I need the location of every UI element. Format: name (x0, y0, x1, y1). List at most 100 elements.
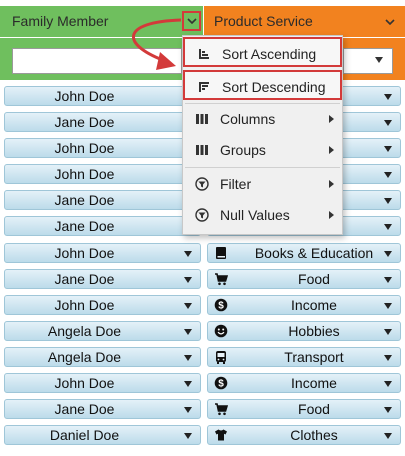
product-service-value: Hobbies (288, 322, 340, 339)
family-member-select[interactable]: Jane Doe (4, 216, 201, 237)
caret-down-icon (184, 407, 192, 414)
menu-item-label: Groups (220, 142, 266, 158)
column-title-family-member: Family Member (12, 13, 109, 29)
caret-down-icon (384, 433, 392, 440)
product-service-value: Food (298, 401, 330, 418)
product-service-select[interactable]: Food (207, 399, 401, 420)
product-service-select[interactable]: $ Income (207, 373, 401, 394)
caret-right-icon (329, 180, 334, 188)
product-service-select[interactable]: Clothes (207, 425, 401, 446)
sort-ascending-icon (199, 49, 209, 59)
menu-item-label: Null Values (220, 207, 290, 223)
family-member-select[interactable]: Daniel Doe (4, 425, 201, 446)
column-title-product-service: Product Service (214, 13, 313, 29)
caret-down-icon (384, 250, 392, 257)
caret-down-icon (184, 381, 192, 388)
caret-right-icon (329, 211, 334, 219)
family-member-select[interactable]: Angela Doe (4, 320, 201, 341)
menu-item-columns[interactable]: Columns (183, 104, 342, 134)
column-header-family-member[interactable]: Family Member (0, 6, 203, 37)
product-service-select[interactable]: Food (207, 268, 401, 289)
product-service-select[interactable]: $ Income (207, 294, 401, 315)
menu-item-sort-descending[interactable]: Sort Descending (183, 70, 342, 100)
product-service-value: Clothes (290, 427, 338, 444)
family-member-select[interactable]: John Doe (4, 86, 201, 106)
product-service-select[interactable]: Transport (207, 346, 401, 367)
chevron-down-icon (187, 18, 197, 25)
menu-item-label: Filter (220, 176, 252, 192)
table-row: Daniel Doe Clothes (0, 422, 405, 448)
table-row: John Doe $ Income (0, 370, 405, 396)
table-row: Angela Doe Transport (0, 344, 405, 370)
family-member-value: Jane Doe (54, 270, 115, 287)
caret-right-icon (329, 115, 334, 123)
family-member-value: John Doe (54, 140, 115, 157)
caret-down-icon (384, 94, 392, 100)
sort-descending-icon (199, 82, 209, 92)
column-header-product-service[interactable]: Product Service (204, 6, 405, 37)
family-member-value: Jane Doe (54, 218, 115, 235)
menu-item-null-values[interactable]: Null Values (183, 200, 342, 230)
caret-down-icon (384, 224, 392, 231)
caret-down-icon (184, 250, 192, 257)
filter-icon (195, 208, 209, 222)
family-member-value: Angela Doe (47, 322, 122, 339)
family-member-select[interactable]: Jane Doe (4, 190, 201, 211)
family-member-select[interactable]: Jane Doe (4, 112, 201, 133)
product-service-value: Transport (284, 348, 344, 365)
family-member-select[interactable]: John Doe (4, 294, 201, 315)
family-member-value: John Doe (54, 166, 115, 183)
groups-icon (196, 145, 208, 155)
family-member-select[interactable]: John Doe (4, 164, 201, 185)
family-member-select[interactable]: Angela Doe (4, 346, 201, 367)
columns-icon (196, 114, 208, 124)
table-row: Jane Doe Food (0, 396, 405, 422)
product-service-value: Books & Education (254, 244, 374, 261)
family-member-select[interactable]: John Doe (4, 373, 201, 394)
family-member-value: John Doe (54, 244, 115, 261)
column-menu-button-family-member[interactable] (182, 11, 201, 31)
caret-down-icon (384, 198, 392, 205)
caret-down-icon (184, 433, 192, 440)
column-context-menu: Sort Ascending Sort Descending Columns G… (182, 35, 343, 235)
menu-item-filter[interactable]: Filter (183, 169, 342, 199)
family-member-select[interactable]: Jane Doe (4, 268, 201, 289)
caret-down-icon (384, 407, 392, 414)
caret-down-icon (384, 276, 392, 283)
family-member-select[interactable]: Jane Doe (4, 399, 201, 420)
caret-down-icon (384, 328, 392, 335)
caret-down-icon (384, 381, 392, 388)
family-member-filter-input[interactable] (12, 48, 182, 74)
menu-item-sort-ascending[interactable]: Sort Ascending (183, 37, 342, 67)
family-member-value: John Doe (54, 296, 115, 313)
family-member-value: Angela Doe (47, 348, 122, 365)
caret-down-icon (184, 302, 192, 309)
family-member-value: John Doe (54, 88, 115, 104)
menu-divider (185, 167, 340, 168)
chevron-down-icon[interactable] (383, 15, 397, 29)
caret-right-icon (329, 146, 334, 154)
table-row: John Doe Books & Education (0, 240, 405, 266)
caret-down-icon (384, 172, 392, 179)
product-service-filter-select[interactable] (343, 48, 393, 74)
table-row: John Doe $ Income (0, 292, 405, 318)
caret-down-icon (184, 276, 192, 283)
caret-down-icon (384, 354, 392, 361)
family-member-select[interactable]: John Doe (4, 138, 201, 159)
product-service-select[interactable]: Books & Education (207, 242, 401, 263)
family-member-value: John Doe (54, 375, 115, 392)
caret-down-icon (384, 120, 392, 127)
menu-item-groups[interactable]: Groups (183, 135, 342, 165)
product-service-select[interactable]: Hobbies (207, 320, 401, 341)
family-member-select[interactable]: John Doe (4, 242, 201, 263)
menu-item-label: Sort Descending (222, 79, 326, 95)
caret-down-icon (384, 146, 392, 153)
table-row: Jane Doe Food (0, 266, 405, 292)
filter-icon (195, 177, 209, 191)
menu-item-label: Columns (220, 111, 276, 127)
family-member-value: Jane Doe (54, 401, 115, 418)
caret-down-icon (375, 57, 383, 63)
menu-item-label: Sort Ascending (222, 46, 317, 62)
product-service-value: Income (291, 375, 337, 392)
caret-down-icon (384, 302, 392, 309)
